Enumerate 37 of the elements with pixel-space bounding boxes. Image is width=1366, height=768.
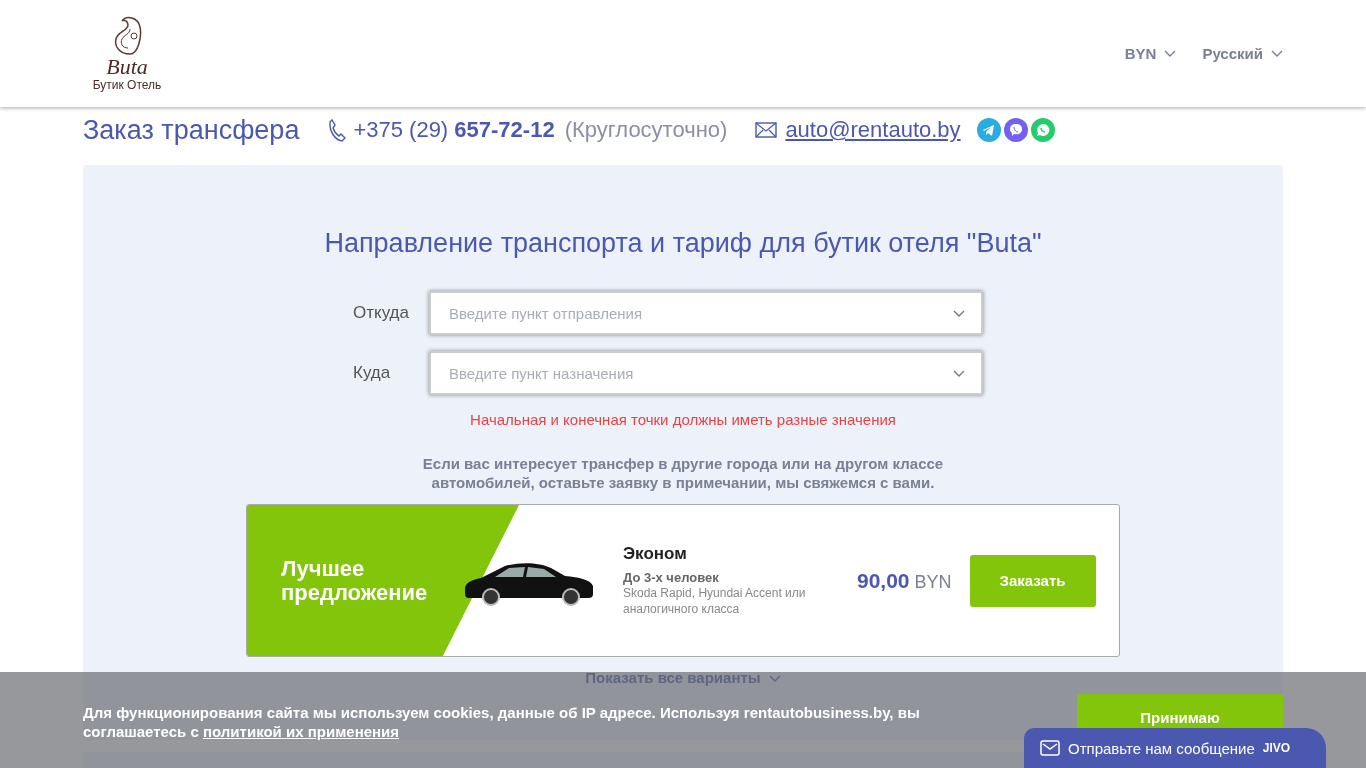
viber-icon[interactable] xyxy=(1003,118,1028,142)
caret-icon xyxy=(953,310,965,317)
policy-link[interactable]: политикой их применения xyxy=(203,723,400,740)
order-button[interactable]: Заказать xyxy=(969,554,1096,607)
dropdown-field[interactable]: Введите пункт отправления xyxy=(429,291,983,335)
field-label: Куда xyxy=(353,363,392,383)
cookie-text: Для функционирования сайта мы используем cookies, данные об IP адресе. Используя rentautobusiness.by, вы соглашаетесь с политикой их применения xyxy=(83,703,921,741)
error-message: Начальная и конечная точки должны иметь разные значения xyxy=(470,411,896,428)
banner-text: Лучшее предложение xyxy=(281,556,429,605)
car-models: Skoda Rapid, Hyundai Accent или аналогичного класса xyxy=(623,585,807,617)
whatsapp-icon[interactable] xyxy=(1030,118,1055,142)
envelope-icon xyxy=(755,122,778,138)
phone-icon xyxy=(327,118,348,142)
phone-hours: (Круглосуточно) xyxy=(564,117,728,143)
logo-subtitle: Бутик Отель xyxy=(92,77,162,92)
chat-brand: JIVO xyxy=(1262,741,1291,755)
dropdown-field[interactable]: Введите пункт назначения xyxy=(429,351,983,395)
page-title: Заказ трансфера xyxy=(83,114,300,146)
dropdown-selector[interactable]: Русский xyxy=(1202,45,1283,62)
caret-icon xyxy=(1164,50,1177,57)
telegram-icon[interactable] xyxy=(976,118,1001,142)
dropdown-selector[interactable]: BYN xyxy=(1124,45,1177,62)
phone-number[interactable]: +375 (29) 657-72-12 xyxy=(353,117,555,143)
accept-button[interactable]: Принимаю xyxy=(1077,694,1283,728)
car-class: Эконом xyxy=(623,544,688,564)
form-heading: Направление транспорта и тариф для бутик отеля "Buta" xyxy=(324,227,1042,260)
capacity-text: До 3-х человек xyxy=(623,570,720,585)
caret-icon xyxy=(953,370,965,377)
info-note: Если вас интересует трансфер в другие города или на другом классе автомобилей, оставьте заявку в примечании, мы свяжемся с вами. xyxy=(421,454,945,492)
chat-widget[interactable]: Отправьте нам сообщение JIVO xyxy=(1024,728,1326,768)
field-label: Откуда xyxy=(353,303,410,323)
logo-text: Buta xyxy=(106,55,148,78)
chat-label: Отправьте нам сообщение xyxy=(1068,739,1255,757)
price-text: 90,00 BYN xyxy=(857,568,952,593)
envelope-icon xyxy=(1040,740,1060,756)
caret-icon xyxy=(1271,50,1283,57)
email-link[interactable]: auto@rentauto.by xyxy=(785,117,961,143)
